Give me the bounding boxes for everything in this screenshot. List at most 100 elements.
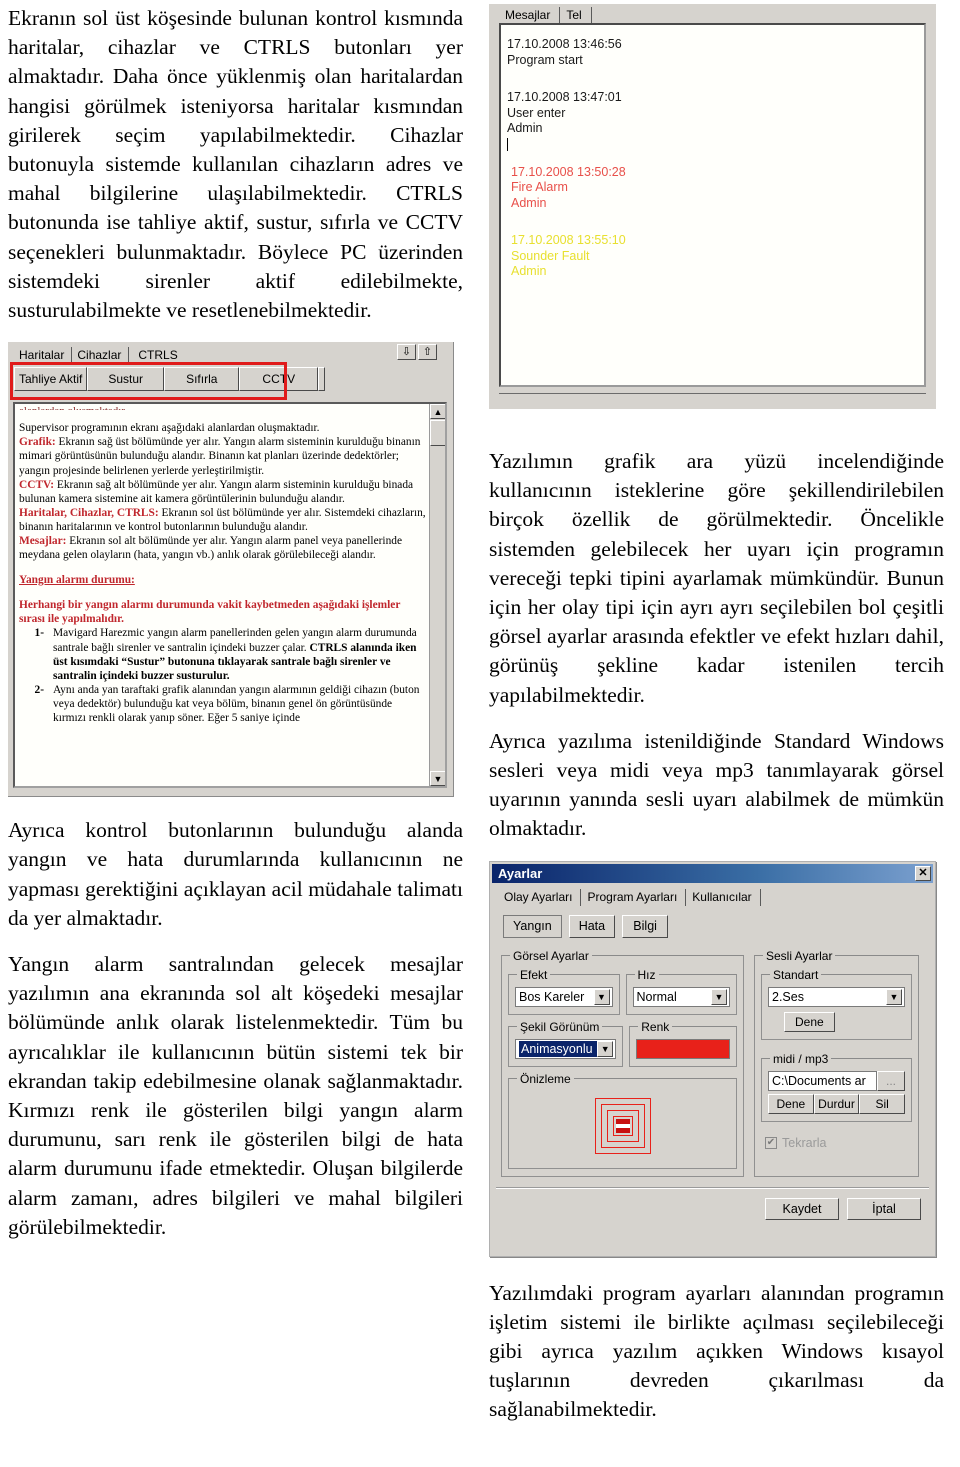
color-legend: Renk: [641, 1019, 670, 1034]
effect-value: Bos Kareler: [519, 989, 585, 1004]
color-group: Renk: [629, 1019, 737, 1067]
step-2-text: Aynı anda yan taraftaki grafik alanından…: [53, 683, 420, 725]
event-button-hata[interactable]: Hata: [568, 914, 616, 938]
section-cctv: CCTV: Ekranın sağ alt bölümünde yer alır…: [19, 478, 427, 506]
midi-test-button[interactable]: Dene: [768, 1093, 814, 1114]
step-2-number: 2-: [34, 683, 45, 696]
checkbox-icon[interactable]: ✔: [765, 1136, 777, 1149]
text-caret: [507, 137, 508, 151]
log-entry-4-sounder-fault: 17.10.2008 13:55:10 Sounder Fault Admin: [507, 233, 924, 280]
tab-program-ayarlari[interactable]: Program Ayarları: [581, 888, 687, 906]
repeat-checkbox-row[interactable]: ✔ Tekrarla: [765, 1136, 912, 1150]
log-entry-3-event: Fire Alarm: [511, 180, 568, 194]
shape-legend: Şekil Görünüm: [520, 1019, 600, 1034]
visual-settings-group: Görsel Ayarlar Efekt Bos Kareler ▼ Hız N…: [501, 948, 744, 1177]
event-type-buttons: Yangın Hata Bilgi: [503, 914, 935, 938]
chevron-down-icon[interactable]: ▼: [886, 988, 902, 1005]
tab-ctrls[interactable]: CTRLS: [129, 347, 184, 363]
browse-button[interactable]: ...: [877, 1070, 905, 1091]
log-entry-3-fire-alarm: 17.10.2008 13:50:28 Fire Alarm Admin: [507, 165, 924, 212]
preview-group: Önizleme: [508, 1071, 737, 1169]
effect-speed-row: Efekt Bos Kareler ▼ Hız Normal ▼: [508, 967, 737, 1015]
instructions-scrollbar[interactable]: ▲ ▼: [429, 404, 445, 787]
right-column: Mesajlar Tel 17.10.2008 13:46:56 Program…: [489, 4, 944, 1442]
chevron-down-icon[interactable]: ▼: [711, 988, 727, 1005]
shape-color-row: Şekil Görünüm Animasyonlu ▼ Renk: [508, 1019, 737, 1067]
alarm-step-1: 1- Mavigard Harezmic yangın alarm panell…: [19, 626, 427, 682]
right-paragraph-3: Yazılımdaki program ayarları alanından p…: [489, 1280, 944, 1422]
sound-settings-legend: Sesli Ayarlar: [766, 948, 833, 963]
effect-legend: Efekt: [520, 967, 548, 982]
tab-haritalar[interactable]: Haritalar: [14, 346, 73, 363]
log-entry-3-user: Admin: [511, 195, 547, 210]
log-entry-2-user: Admin: [507, 121, 543, 135]
standard-test-button[interactable]: Dene: [784, 1011, 835, 1032]
instructions-intro: Supervisor programının ekranı aşağıdaki …: [19, 422, 320, 435]
repeat-label: Tekrarla: [782, 1135, 827, 1150]
panel-scroll-buttons: ⇩ ⇧: [397, 344, 437, 361]
dialog-title-bar: Ayarlar ✕: [492, 863, 933, 883]
settings-dialog-screenshot: Ayarlar ✕ Olay Ayarları Program Ayarları…: [489, 860, 936, 1257]
speed-group: Hız Normal ▼: [625, 967, 737, 1015]
scrollbar-down-icon[interactable]: ▼: [430, 771, 445, 787]
left-paragraph-3: Yangın alarm santralından gelecek mesajl…: [8, 952, 463, 1239]
standard-sound-value: 2.Ses: [772, 989, 804, 1004]
visual-settings-legend: Görsel Ayarlar: [513, 948, 589, 963]
tab-olay-ayarlari[interactable]: Olay Ayarları: [497, 888, 582, 906]
annotation-highlight-box: [10, 362, 287, 401]
alarm-intro: Herhangi bir yangın alarmı durumunda vak…: [19, 599, 401, 626]
standard-sound-group: Standart 2.Ses ▼ Dene: [761, 967, 912, 1040]
midi-mp3-group: midi / mp3 C:\Documents ar ... Dene Durd…: [761, 1051, 912, 1122]
preview-box: [515, 1091, 730, 1161]
speed-value: Normal: [636, 989, 677, 1004]
section-cctv-label: CCTV:: [19, 478, 55, 491]
alarm-heading: Yangın alarmı durumu:: [19, 574, 135, 587]
right-paragraph-1: Yazılımın grafik ara yüzü incelendiğinde…: [489, 449, 944, 707]
dialog-tab-strip: Olay Ayarları Program Ayarları Kullanıcı…: [497, 888, 935, 906]
scrollbar-thumb[interactable]: [430, 420, 445, 447]
instructions-content: alanlardan oluşmaktadır. Supervisor prog…: [19, 404, 427, 786]
log-entry-1-event: Program start: [507, 52, 583, 67]
midi-legend: midi / mp3: [773, 1051, 829, 1066]
step-1-text: Mavigard Harezmic yangın alarm panelleri…: [53, 626, 427, 682]
chevron-down-icon[interactable]: ▼: [593, 988, 610, 1005]
section-grafik-text: Ekranın sağ üst bölümünde yer alır. Yang…: [19, 436, 421, 477]
ctrls-tab-strip: Haritalar Cihazlar CTRLS: [14, 346, 193, 363]
event-button-yangin[interactable]: Yangın: [503, 914, 562, 938]
section-grafik-label: Grafik:: [19, 436, 56, 449]
shape-group: Şekil Görünüm Animasyonlu ▼: [508, 1019, 624, 1067]
close-icon[interactable]: ✕: [915, 865, 931, 881]
log-entry-1: 17.10.2008 13:46:56 Program start: [507, 37, 924, 68]
effect-group: Efekt Bos Kareler ▼: [508, 967, 620, 1015]
speed-dropdown[interactable]: Normal ▼: [632, 986, 730, 1007]
log-entry-3-time: 17.10.2008 13:50:28: [511, 164, 626, 179]
midi-path-input[interactable]: C:\Documents ar: [768, 1070, 877, 1091]
messages-log-list[interactable]: 17.10.2008 13:46:56 Program start 17.10.…: [499, 23, 926, 387]
button-row-end: [318, 367, 326, 392]
save-button[interactable]: Kaydet: [765, 1197, 839, 1220]
dialog-footer: Kaydet İptal: [490, 1197, 921, 1220]
dialog-separator: [496, 1186, 929, 1189]
tab-cihazlar[interactable]: Cihazlar: [72, 346, 130, 363]
alarm-step-2: 2- Aynı anda yan taraftaki grafik alanın…: [19, 683, 427, 725]
standard-legend: Standart: [773, 967, 819, 982]
tab-kullanicilar[interactable]: Kullanıcılar: [686, 888, 761, 906]
left-paragraph-1: Ekranın sol üst köşesinde bulunan kontro…: [8, 6, 463, 323]
log-entry-2-event: User enter: [507, 105, 566, 120]
cancel-button[interactable]: İptal: [847, 1197, 921, 1220]
chevron-down-icon[interactable]: ▼: [597, 1040, 614, 1057]
event-button-bilgi[interactable]: Bilgi: [622, 914, 669, 938]
scroll-down-icon[interactable]: ⇩: [397, 344, 416, 361]
sound-settings-group: Sesli Ayarlar Standart 2.Ses ▼ Dene midi…: [754, 948, 919, 1177]
color-swatch[interactable]: [636, 1038, 730, 1059]
messages-panel-footer: [499, 393, 926, 407]
shape-dropdown[interactable]: Animasyonlu ▼: [515, 1038, 617, 1059]
midi-delete-button[interactable]: Sil: [859, 1093, 906, 1114]
scroll-up-icon[interactable]: ⇧: [418, 344, 437, 361]
midi-stop-button[interactable]: Durdur: [813, 1093, 860, 1114]
log-entry-2: 17.10.2008 13:47:01 User enter Admin: [507, 90, 924, 151]
standard-sound-dropdown[interactable]: 2.Ses ▼: [768, 986, 905, 1007]
scrollbar-up-icon[interactable]: ▲: [430, 404, 445, 420]
effect-dropdown[interactable]: Bos Kareler ▼: [515, 986, 613, 1007]
log-entry-4-time: 17.10.2008 13:55:10: [511, 233, 626, 247]
